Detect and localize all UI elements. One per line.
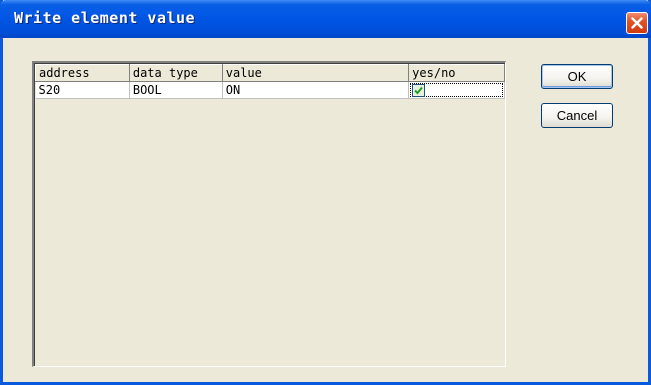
table-header-row: address data type value yes/no bbox=[35, 64, 505, 82]
value-cell[interactable]: ON bbox=[222, 81, 410, 99]
table-row: S20 BOOL ON bbox=[35, 81, 505, 99]
title-bar[interactable]: Write element value bbox=[0, 0, 651, 38]
ok-button[interactable]: OK bbox=[541, 64, 613, 89]
element-value-grid[interactable]: address data type value yes/no S20 BOOL … bbox=[32, 61, 506, 367]
data-type-cell[interactable]: BOOL bbox=[129, 81, 223, 99]
yes-no-checkbox[interactable] bbox=[412, 83, 426, 97]
close-button[interactable] bbox=[626, 12, 648, 34]
column-header-yes-no[interactable]: yes/no bbox=[408, 64, 505, 82]
yes-no-cell[interactable] bbox=[408, 81, 505, 99]
write-element-value-dialog: Write element value address data type va… bbox=[0, 0, 651, 385]
column-header-value[interactable]: value bbox=[221, 64, 410, 82]
column-header-data-type[interactable]: data type bbox=[128, 64, 223, 82]
column-header-address[interactable]: address bbox=[35, 64, 130, 82]
window-title: Write element value bbox=[14, 9, 196, 27]
cancel-button[interactable]: Cancel bbox=[541, 103, 613, 128]
address-cell[interactable]: S20 bbox=[35, 81, 130, 99]
element-table: address data type value yes/no S20 BOOL … bbox=[35, 64, 505, 99]
